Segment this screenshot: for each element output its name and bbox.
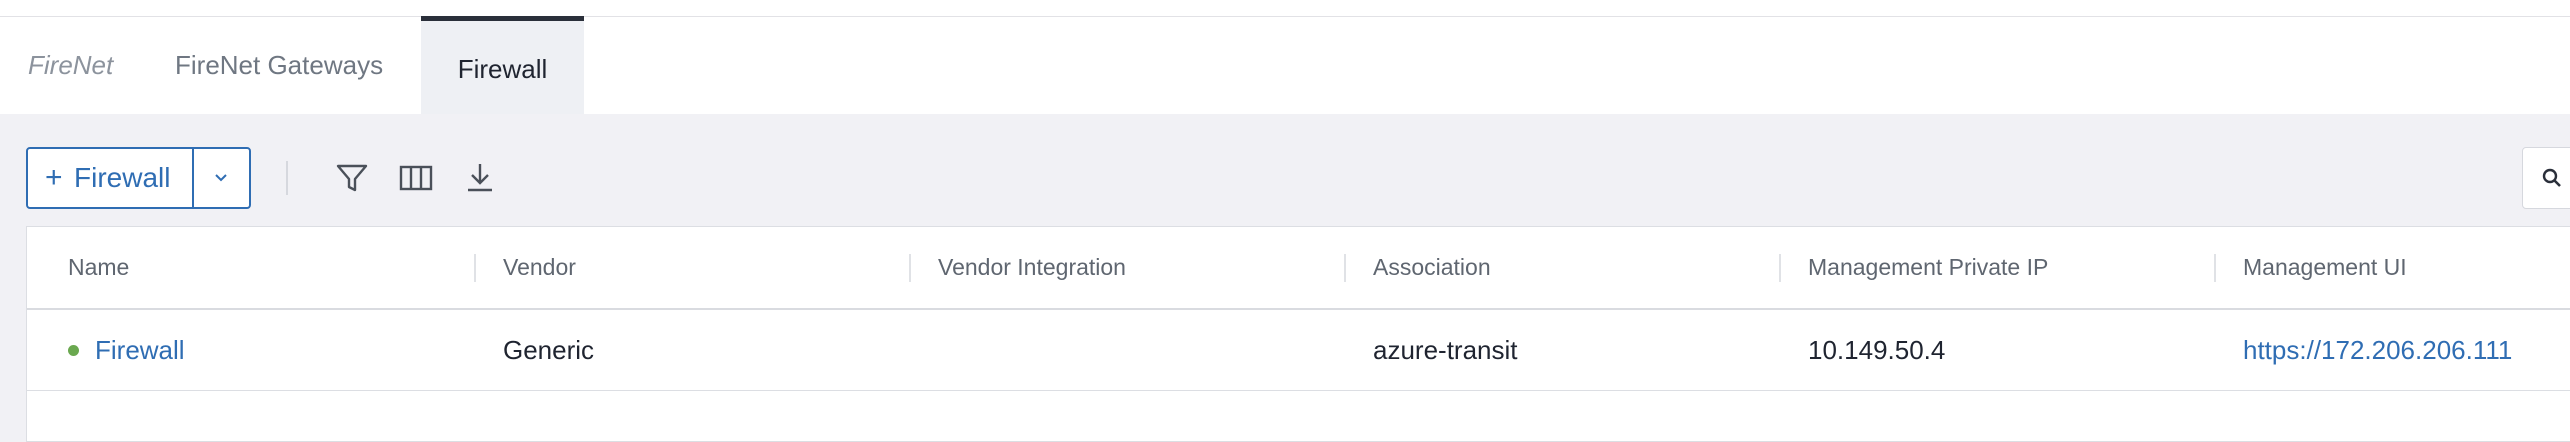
- search-input[interactable]: [2522, 147, 2570, 209]
- table-row: Firewall Generic azure-transit 10.149.50…: [27, 310, 2570, 391]
- download-icon: [468, 164, 492, 192]
- column-resize-handle[interactable]: [474, 254, 476, 282]
- column-header-vendor[interactable]: Vendor: [503, 227, 576, 308]
- add-firewall-button[interactable]: + Firewall: [28, 149, 193, 207]
- association-cell: azure-transit: [1373, 335, 1518, 365]
- columns-button[interactable]: [398, 160, 434, 196]
- column-header-association[interactable]: Association: [1373, 227, 1491, 308]
- add-firewall-label: Firewall: [74, 162, 171, 193]
- column-header-management-ui[interactable]: Management UI: [2243, 227, 2407, 308]
- column-resize-handle[interactable]: [1779, 254, 1781, 282]
- tab-firewall[interactable]: Firewall: [421, 16, 584, 115]
- toolbar-separator: [286, 161, 288, 195]
- firewall-table: Name Vendor Vendor Integration Associati…: [26, 226, 2570, 442]
- download-button[interactable]: [462, 160, 498, 196]
- chevron-down-icon: [215, 174, 227, 182]
- column-resize-handle[interactable]: [2214, 254, 2216, 282]
- filter-button[interactable]: [334, 160, 370, 196]
- search-icon: [2542, 168, 2561, 187]
- status-indicator: [68, 345, 79, 356]
- tab-firenet-gateways[interactable]: FireNet Gateways: [175, 17, 383, 114]
- add-options-dropdown-button[interactable]: [194, 149, 249, 207]
- column-resize-handle[interactable]: [1344, 254, 1346, 282]
- tab-firenet[interactable]: FireNet: [28, 17, 113, 114]
- tab-bar: FireNet FireNet Gateways Firewall: [0, 16, 2570, 115]
- filter-icon: [336, 164, 368, 192]
- add-firewall-split-button: + Firewall: [26, 147, 251, 209]
- management-ui-link[interactable]: https://172.206.206.111: [2243, 310, 2512, 390]
- table-header: Name Vendor Vendor Integration Associati…: [27, 227, 2570, 310]
- columns-icon: [399, 165, 433, 191]
- management-private-ip-cell: 10.149.50.4: [1808, 335, 1946, 365]
- column-header-vendor-integration[interactable]: Vendor Integration: [938, 227, 1126, 308]
- firewall-name-link[interactable]: Firewall: [95, 310, 185, 390]
- column-resize-handle[interactable]: [909, 254, 911, 282]
- plus-icon: +: [45, 161, 63, 194]
- vendor-cell: Generic: [503, 335, 595, 365]
- column-header-management-private-ip[interactable]: Management Private IP: [1808, 227, 2048, 308]
- column-header-name[interactable]: Name: [68, 227, 129, 308]
